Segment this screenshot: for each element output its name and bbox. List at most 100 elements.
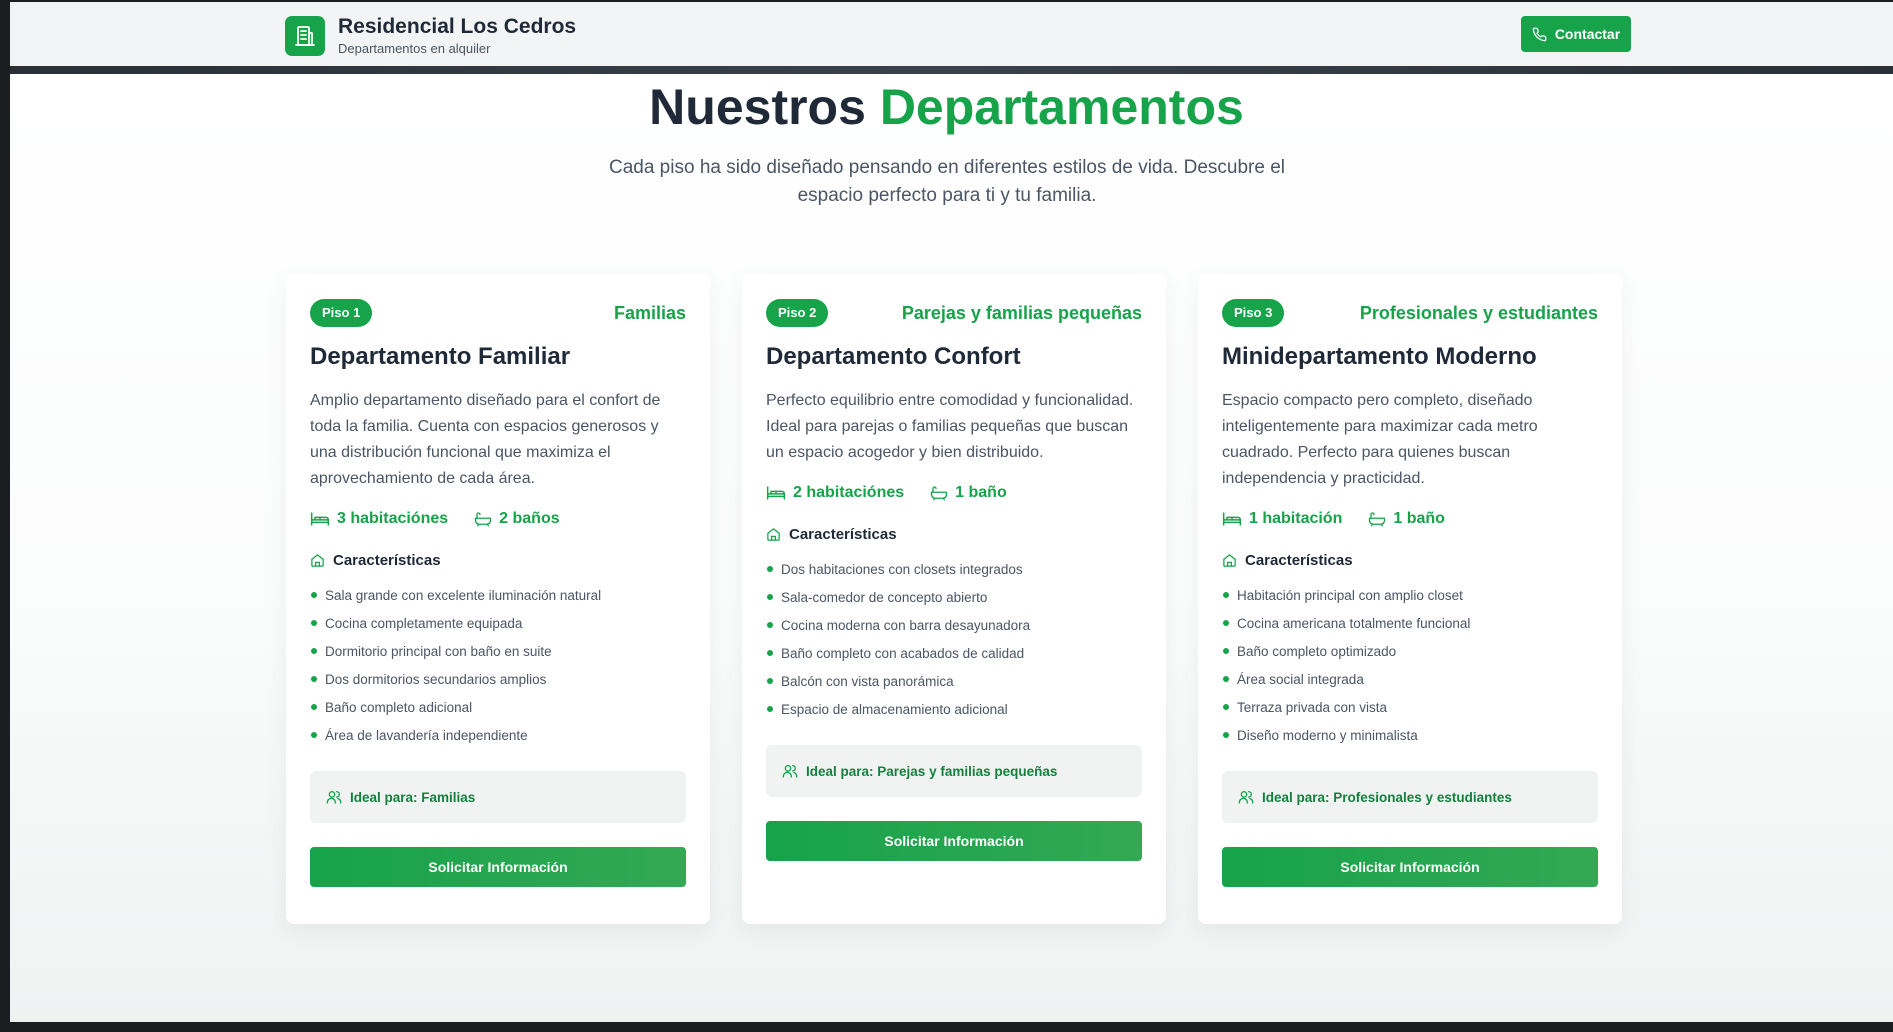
bullet-dot — [1223, 704, 1229, 710]
ideal-for-box: Ideal para: Parejas y familias pequeñas — [766, 745, 1142, 797]
card-description: Amplio departamento diseñado para el con… — [310, 392, 661, 487]
feature-text: Dos dormitorios secundarios amplios — [325, 671, 547, 687]
rooms-count: 1 habitación — [1249, 510, 1343, 527]
card-title: Departamento Confort — [766, 343, 1021, 370]
features-title: Características — [789, 526, 897, 543]
audience-label: Familias — [613, 302, 686, 323]
bullet-dot — [767, 594, 773, 600]
bullet-dot — [311, 648, 317, 654]
site-header: Residencial Los Cedros Departamentos en … — [10, 2, 1893, 67]
baths-count: 2 baños — [499, 510, 560, 527]
feature-text: Sala-comedor de concepto abierto — [781, 589, 988, 605]
rooms-count: 3 habitaciónes — [337, 510, 449, 527]
features-title: Características — [1245, 552, 1353, 569]
feature-item: Dormitorio principal con baño en suite — [310, 637, 686, 665]
phone-icon — [1532, 27, 1547, 42]
bed-icon — [766, 485, 786, 501]
feature-item: Sala grande con excelente iluminación na… — [310, 581, 686, 609]
feature-text: Cocina americana totalmente funcional — [1237, 615, 1471, 631]
request-info-button[interactable]: Solicitar Información — [1222, 847, 1598, 887]
ideal-for-box: Ideal para: Familias — [310, 771, 686, 823]
bullet-dot — [311, 592, 317, 598]
card-title: Departamento Familiar — [310, 343, 571, 370]
bullet-dot — [1223, 676, 1229, 682]
apartment-card: Piso 2 Parejas y familias pequeñas Departa… — [742, 274, 1166, 924]
feature-item: Dos habitaciones con closets integrados — [766, 555, 1142, 583]
floor-badge: Piso 1 — [310, 299, 373, 327]
bullet-dot — [1223, 620, 1229, 626]
home-icon — [766, 527, 781, 542]
bullet-dot — [767, 650, 773, 656]
bullet-dot — [1223, 732, 1229, 738]
apartment-card: Piso 3 Profesionales y estudiantes Minidep… — [1198, 274, 1622, 924]
bathtub-icon — [1368, 511, 1386, 527]
specs-row: 3 habitaciónes 2 baños — [310, 510, 686, 528]
contact-label: Contactar — [1554, 26, 1621, 42]
bullet-dot — [767, 678, 773, 684]
feature-item: Habitación principal con amplio closet — [1222, 581, 1598, 609]
feature-text: Cocina moderna con barra desayunadora — [781, 617, 1031, 633]
ideal-for-text: Ideal para: Parejas y familias pequeñas — [806, 763, 1058, 779]
contact-button[interactable]: Contactar — [1521, 16, 1631, 52]
specs-row: 1 habitación 1 baño — [1222, 510, 1598, 528]
feature-text: Espacio de almacenamiento adicional — [781, 701, 1008, 717]
feature-item: Baño completo optimizado — [1222, 637, 1598, 665]
audience-label: Parejas y familias pequeñas — [901, 302, 1142, 323]
users-icon — [326, 789, 342, 805]
bathtub-icon — [930, 485, 948, 501]
bed-icon — [310, 511, 330, 527]
header-divider — [10, 66, 1893, 74]
card-title: Minidepartamento Moderno — [1222, 343, 1537, 370]
baths-count: 1 baño — [955, 484, 1007, 501]
feature-item: Espacio de almacenamiento adicional — [766, 695, 1142, 723]
rooms-count: 2 habitaciónes — [793, 484, 905, 501]
request-info-button[interactable]: Solicitar Información — [310, 847, 686, 887]
features-heading: Características — [310, 552, 686, 569]
ideal-for-text: Ideal para: Profesionales y estudiantes — [1262, 789, 1512, 805]
feature-text: Habitación principal con amplio closet — [1237, 587, 1463, 603]
feature-text: Dos habitaciones con closets integrados — [781, 561, 1023, 577]
audience-label: Profesionales y estudiantes — [1359, 302, 1598, 323]
bullet-dot — [767, 622, 773, 628]
feature-item: Baño completo con acabados de calidad — [766, 639, 1142, 667]
floor-badge: Piso 2 — [766, 299, 829, 327]
feature-text: Baño completo con acabados de calidad — [781, 645, 1025, 661]
feature-item: Diseño moderno y minimalista — [1222, 721, 1598, 749]
specs-row: 2 habitaciónes 1 baño — [766, 484, 1142, 502]
feature-item: Cocina completamente equipada — [310, 609, 686, 637]
building-icon — [285, 16, 325, 56]
bathtub-icon — [474, 511, 492, 527]
request-info-button[interactable]: Solicitar Información — [766, 821, 1142, 861]
bed-icon — [1222, 511, 1242, 527]
features-heading: Características — [1222, 552, 1598, 569]
apartment-card: Piso 1 Familias Departamento Familiar Ampli… — [286, 274, 710, 924]
features-list: Habitación principal con amplio closet Co… — [1222, 581, 1598, 749]
card-description: Perfecto equilibrio entre comodidad y fu… — [766, 392, 1134, 461]
feature-text: Baño completo adicional — [325, 699, 473, 715]
floor-badge: Piso 3 — [1222, 299, 1285, 327]
users-icon — [782, 763, 798, 779]
feature-text: Baño completo optimizado — [1237, 643, 1397, 659]
bullet-dot — [1223, 648, 1229, 654]
baths-count: 1 baño — [1393, 510, 1445, 527]
feature-item: Balcón con vista panorámica — [766, 667, 1142, 695]
bullet-dot — [311, 732, 317, 738]
features-list: Dos habitaciones con closets integrados S… — [766, 555, 1142, 723]
feature-item: Sala-comedor de concepto abierto — [766, 583, 1142, 611]
users-icon — [1238, 789, 1254, 805]
feature-text: Sala grande con excelente iluminación na… — [325, 587, 602, 603]
features-heading: Características — [766, 526, 1142, 543]
feature-item: Área de lavandería independiente — [310, 721, 686, 749]
brand-title: Residencial Los Cedros — [338, 15, 577, 38]
bullet-dot — [767, 706, 773, 712]
page-title: Nuestros Departamentos — [0, 78, 1893, 136]
ideal-for-text: Ideal para: Familias — [350, 789, 476, 805]
bullet-dot — [311, 704, 317, 710]
home-icon — [310, 553, 325, 568]
bullet-dot — [767, 566, 773, 572]
ideal-for-box: Ideal para: Profesionales y estudiantes — [1222, 771, 1598, 823]
title-accent: Departamentos — [879, 79, 1244, 135]
feature-text: Terraza privada con vista — [1237, 699, 1388, 715]
brand[interactable]: Residencial Los Cedros Departamentos en … — [285, 14, 576, 58]
feature-item: Área social integrada — [1222, 665, 1598, 693]
